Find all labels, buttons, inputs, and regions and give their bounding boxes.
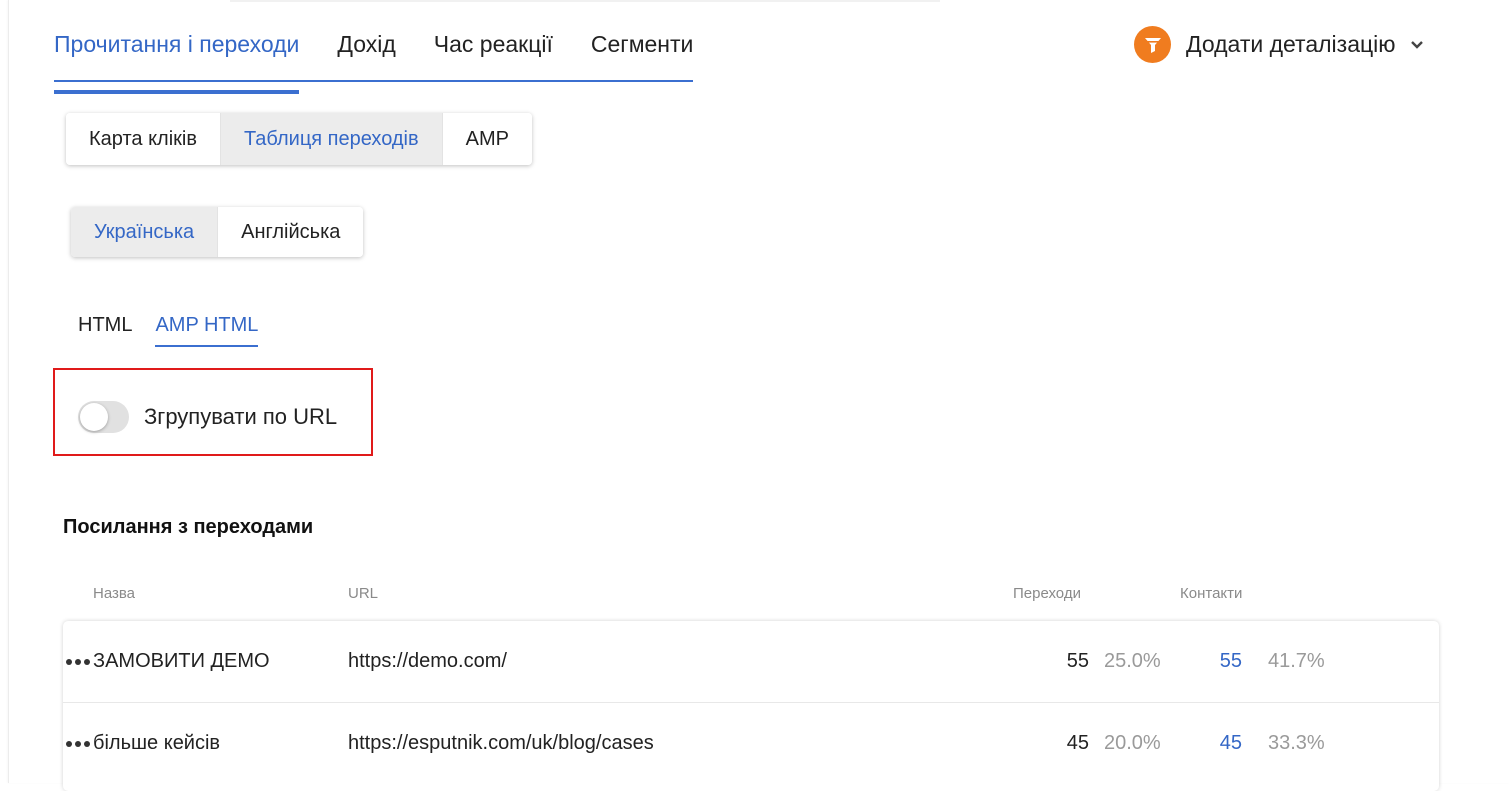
contacts-count[interactable]: 45	[1220, 703, 1242, 784]
amp-button[interactable]: AMP	[442, 113, 532, 165]
group-by-url-label: Згрупувати по URL	[144, 404, 338, 429]
tab-html[interactable]: HTML	[78, 314, 132, 347]
add-detail-dropdown[interactable]: Додати деталізацію	[1134, 26, 1424, 63]
group-by-url-row: Згрупувати по URL	[78, 401, 337, 433]
ukrainian-button[interactable]: Українська	[71, 207, 219, 257]
column-header-contacts: Контакти	[1180, 585, 1243, 602]
table-row: ЗАМОВИТИ ДЕМО https://demo.com/ 55 25.0%…	[63, 621, 1439, 702]
toggle-knob	[80, 403, 108, 431]
clicks-table-button[interactable]: Таблиця переходів	[220, 113, 443, 165]
link-url: https://demo.com/	[348, 650, 507, 672]
clicks-percent: 25.0%	[1104, 650, 1161, 672]
more-options-icon[interactable]	[63, 621, 93, 702]
tab-amp-html[interactable]: AMP HTML	[155, 314, 259, 347]
link-url: https://esputnik.com/uk/blog/cases	[348, 732, 654, 754]
clicks-count: 45	[1066, 732, 1089, 754]
link-name: більше кейсів	[93, 732, 221, 754]
contacts-count[interactable]: 55	[1220, 621, 1242, 702]
link-name: ЗАМОВИТИ ДЕМО	[93, 650, 270, 672]
table-row: більше кейсів https://esputnik.com/uk/bl…	[63, 702, 1439, 784]
contacts-percent: 33.3%	[1268, 732, 1325, 754]
add-detail-label: Додати деталізацію	[1186, 31, 1396, 57]
tab-reaction-time[interactable]: Час реакції	[434, 22, 553, 80]
english-button[interactable]: Англійська	[218, 207, 364, 257]
format-tabs: HTML AMP HTML	[78, 314, 281, 347]
funnel-icon	[1134, 26, 1171, 63]
group-by-url-toggle[interactable]	[78, 401, 129, 433]
column-header-url: URL	[348, 585, 379, 602]
column-header-clicks: Переходи	[1013, 585, 1081, 602]
view-mode-switcher: Карта кліків Таблиця переходів AMP	[66, 113, 532, 165]
more-options-icon[interactable]	[63, 703, 93, 784]
clicks-count: 55	[1066, 650, 1089, 672]
tab-reads-and-clicks[interactable]: Прочитання і переходи	[54, 22, 300, 94]
main-tabs: Прочитання і переходи Дохід Час реакції …	[54, 22, 694, 94]
column-header-name: Назва	[93, 585, 136, 602]
clicks-percent: 20.0%	[1104, 732, 1161, 754]
language-switcher: Українська Англійська	[71, 207, 364, 257]
links-table: ЗАМОВИТИ ДЕМО https://demo.com/ 55 25.0%…	[63, 621, 1439, 791]
top-divider	[230, 0, 940, 2]
click-map-button[interactable]: Карта кліків	[66, 113, 221, 165]
section-title: Посилання з переходами	[63, 516, 314, 538]
chevron-down-icon	[1410, 40, 1424, 50]
contacts-percent: 41.7%	[1268, 650, 1325, 672]
tab-segments[interactable]: Сегменти	[591, 22, 693, 80]
tab-revenue[interactable]: Дохід	[337, 22, 395, 80]
